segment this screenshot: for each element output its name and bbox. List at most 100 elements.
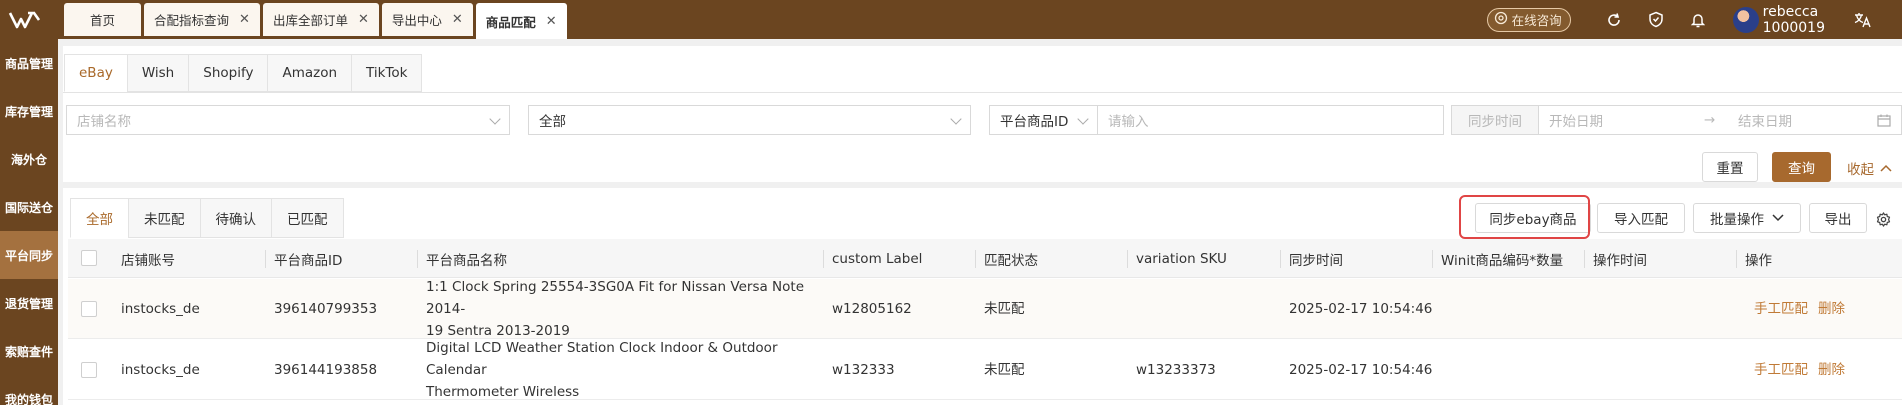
cell-item-id: 396144193858 bbox=[274, 362, 378, 378]
column-header: custom Label bbox=[823, 239, 922, 278]
select-all-checkbox[interactable] bbox=[81, 250, 97, 266]
id-placeholder: 请输入 bbox=[1108, 114, 1149, 130]
sidebar-item-intl-delivery[interactable]: 国际送仓 bbox=[0, 183, 58, 231]
close-icon[interactable]: ✕ bbox=[452, 12, 463, 27]
top-right-tools: 在线咨询 rebecca 1000019 bbox=[1486, 0, 1902, 39]
cell-shop: instocks_de bbox=[121, 301, 200, 317]
tab-label: 出库全部订单 bbox=[272, 13, 348, 28]
column-header: 同步时间 bbox=[1280, 239, 1343, 278]
bell-icon[interactable] bbox=[1688, 10, 1708, 30]
tab-ebay[interactable]: eBay bbox=[64, 54, 128, 92]
filter-panel: eBay Wish Shopify Amazon TikTok 店铺名称 全部 … bbox=[63, 46, 1902, 182]
sidebar-item-label: 平台同步 bbox=[4, 248, 53, 263]
tab-pending[interactable]: 待确认 bbox=[199, 198, 272, 238]
column-header: 操作时间 bbox=[1584, 239, 1647, 278]
headset-icon bbox=[1494, 11, 1508, 28]
user-id: 1000019 bbox=[1762, 19, 1825, 36]
reset-button[interactable]: 重置 bbox=[1702, 152, 1758, 182]
tab-all[interactable]: 全部 bbox=[70, 198, 129, 238]
calendar-icon bbox=[1877, 114, 1891, 131]
sidebar-item-label: 库存管理 bbox=[4, 104, 53, 119]
chevron-down-icon bbox=[1772, 210, 1784, 226]
item-name-line: Thermometer Wireless bbox=[426, 384, 580, 400]
end-date-placeholder: 结束日期 bbox=[1738, 114, 1792, 130]
column-separator bbox=[975, 250, 976, 268]
gear-icon[interactable] bbox=[1876, 212, 1891, 231]
cell-actions: 手工匹配 删除 bbox=[1754, 340, 1855, 400]
tab-shopify[interactable]: Shopify bbox=[188, 54, 269, 92]
cell-item-name: Digital LCD Weather Station Clock Indoor… bbox=[426, 340, 826, 400]
table-row[interactable]: instocks_de 396140799353 1:1 Clock Sprin… bbox=[68, 279, 1902, 339]
column-label: 操作时间 bbox=[1593, 252, 1647, 269]
user-info: rebecca 1000019 bbox=[1763, 4, 1825, 36]
tab-export-center[interactable]: 导出中心 ✕ bbox=[381, 3, 473, 36]
page-tabs: 首页 合配指标查询 ✕ 出库全部订单 ✕ 导出中心 ✕ 商品匹配 ✕ bbox=[50, 0, 567, 39]
close-icon[interactable]: ✕ bbox=[546, 14, 557, 29]
sidebar-item-returns[interactable]: 退货管理 bbox=[0, 279, 58, 327]
column-label: 店铺账号 bbox=[121, 252, 175, 269]
cell-actions: 手工匹配 删除 bbox=[1754, 279, 1855, 339]
column-separator bbox=[1127, 250, 1128, 268]
tab-indicator-query[interactable]: 合配指标查询 ✕ bbox=[144, 3, 260, 36]
column-separator bbox=[823, 250, 824, 268]
tab-tiktok[interactable]: TikTok bbox=[351, 54, 423, 92]
translate-icon[interactable] bbox=[1853, 10, 1873, 30]
cell-item-id: 396140799353 bbox=[274, 301, 378, 317]
delete-link[interactable]: 删除 bbox=[1818, 298, 1845, 320]
sidebar-item-product-management[interactable]: 商品管理 bbox=[0, 39, 58, 87]
collapse-toggle[interactable]: 收起 bbox=[1847, 158, 1892, 178]
tab-matched[interactable]: 已匹配 bbox=[271, 198, 344, 238]
status-select[interactable]: 全部 bbox=[528, 105, 971, 135]
id-type-select[interactable]: 平台商品ID bbox=[989, 105, 1098, 135]
user-name: rebecca bbox=[1762, 3, 1819, 20]
query-button[interactable]: 查询 bbox=[1772, 152, 1831, 182]
refresh-icon[interactable] bbox=[1604, 10, 1624, 30]
column-header: 匹配状态 bbox=[975, 239, 1038, 278]
table-row[interactable]: instocks_de 396144193858 Digital LCD Wea… bbox=[68, 340, 1902, 400]
delete-link[interactable]: 删除 bbox=[1818, 359, 1845, 381]
collapse-label: 收起 bbox=[1847, 162, 1874, 178]
shop-placeholder: 店铺名称 bbox=[77, 114, 131, 130]
tab-divider bbox=[63, 92, 1902, 93]
sidebar-item-label: 索赔查件 bbox=[4, 344, 53, 359]
chevron-down-icon bbox=[489, 113, 501, 125]
tab-wish[interactable]: Wish bbox=[126, 54, 190, 92]
sync-time-label: 同步时间 bbox=[1451, 105, 1539, 135]
tab-outbound-orders[interactable]: 出库全部订单 ✕ bbox=[262, 3, 379, 36]
close-icon[interactable]: ✕ bbox=[358, 12, 369, 27]
tab-amazon[interactable]: Amazon bbox=[267, 54, 353, 92]
id-search-input[interactable]: 请输入 bbox=[1097, 105, 1444, 135]
cell-sync-time: 2025-02-17 10:54:46 bbox=[1289, 362, 1433, 378]
start-date-placeholder: 开始日期 bbox=[1549, 114, 1603, 130]
tab-unmatched[interactable]: 未匹配 bbox=[128, 198, 201, 238]
export-button[interactable]: 导出 bbox=[1809, 203, 1867, 233]
date-range-picker[interactable]: 开始日期 → 结束日期 bbox=[1538, 105, 1902, 135]
sidebar-item-claims[interactable]: 索赔查件 bbox=[0, 327, 58, 375]
logo-icon[interactable] bbox=[0, 0, 50, 39]
row-checkbox[interactable] bbox=[81, 362, 97, 378]
sidebar-item-overseas-warehouse[interactable]: 海外仓 bbox=[0, 135, 58, 183]
tab-label: 首页 bbox=[90, 13, 116, 28]
shield-icon[interactable] bbox=[1646, 10, 1666, 30]
tab-product-matching[interactable]: 商品匹配 ✕ bbox=[475, 3, 567, 39]
sidebar-item-inventory[interactable]: 库存管理 bbox=[0, 87, 58, 135]
column-label: Winit商品编码*数量 bbox=[1441, 252, 1564, 269]
tab-home[interactable]: 首页 bbox=[64, 3, 142, 36]
import-match-button[interactable]: 导入匹配 bbox=[1597, 203, 1685, 233]
cell-custom-label: w12805162 bbox=[832, 301, 912, 317]
table-header: 店铺账号 平台商品ID 平台商品名称 custom Label 匹配状态 var… bbox=[68, 239, 1902, 278]
sidebar-item-wallet[interactable]: 我的钱包 bbox=[0, 375, 58, 405]
sidebar-item-platform-sync[interactable]: 平台同步 bbox=[0, 231, 58, 279]
manual-match-link[interactable]: 手工匹配 bbox=[1754, 298, 1808, 320]
shop-select[interactable]: 店铺名称 bbox=[66, 105, 510, 135]
manual-match-link[interactable]: 手工匹配 bbox=[1754, 359, 1808, 381]
online-consult-button[interactable]: 在线咨询 bbox=[1486, 7, 1571, 32]
column-label: variation SKU bbox=[1136, 250, 1227, 267]
column-separator bbox=[265, 250, 266, 268]
cell-item-name: 1:1 Clock Spring 25554-3SG0A Fit for Nis… bbox=[426, 279, 826, 339]
close-icon[interactable]: ✕ bbox=[239, 12, 250, 27]
cell-variation-sku: w13233373 bbox=[1136, 362, 1216, 378]
batch-operation-button[interactable]: 批量操作 bbox=[1693, 203, 1801, 233]
row-checkbox[interactable] bbox=[81, 301, 97, 317]
user-menu[interactable]: rebecca 1000019 bbox=[1732, 4, 1825, 36]
